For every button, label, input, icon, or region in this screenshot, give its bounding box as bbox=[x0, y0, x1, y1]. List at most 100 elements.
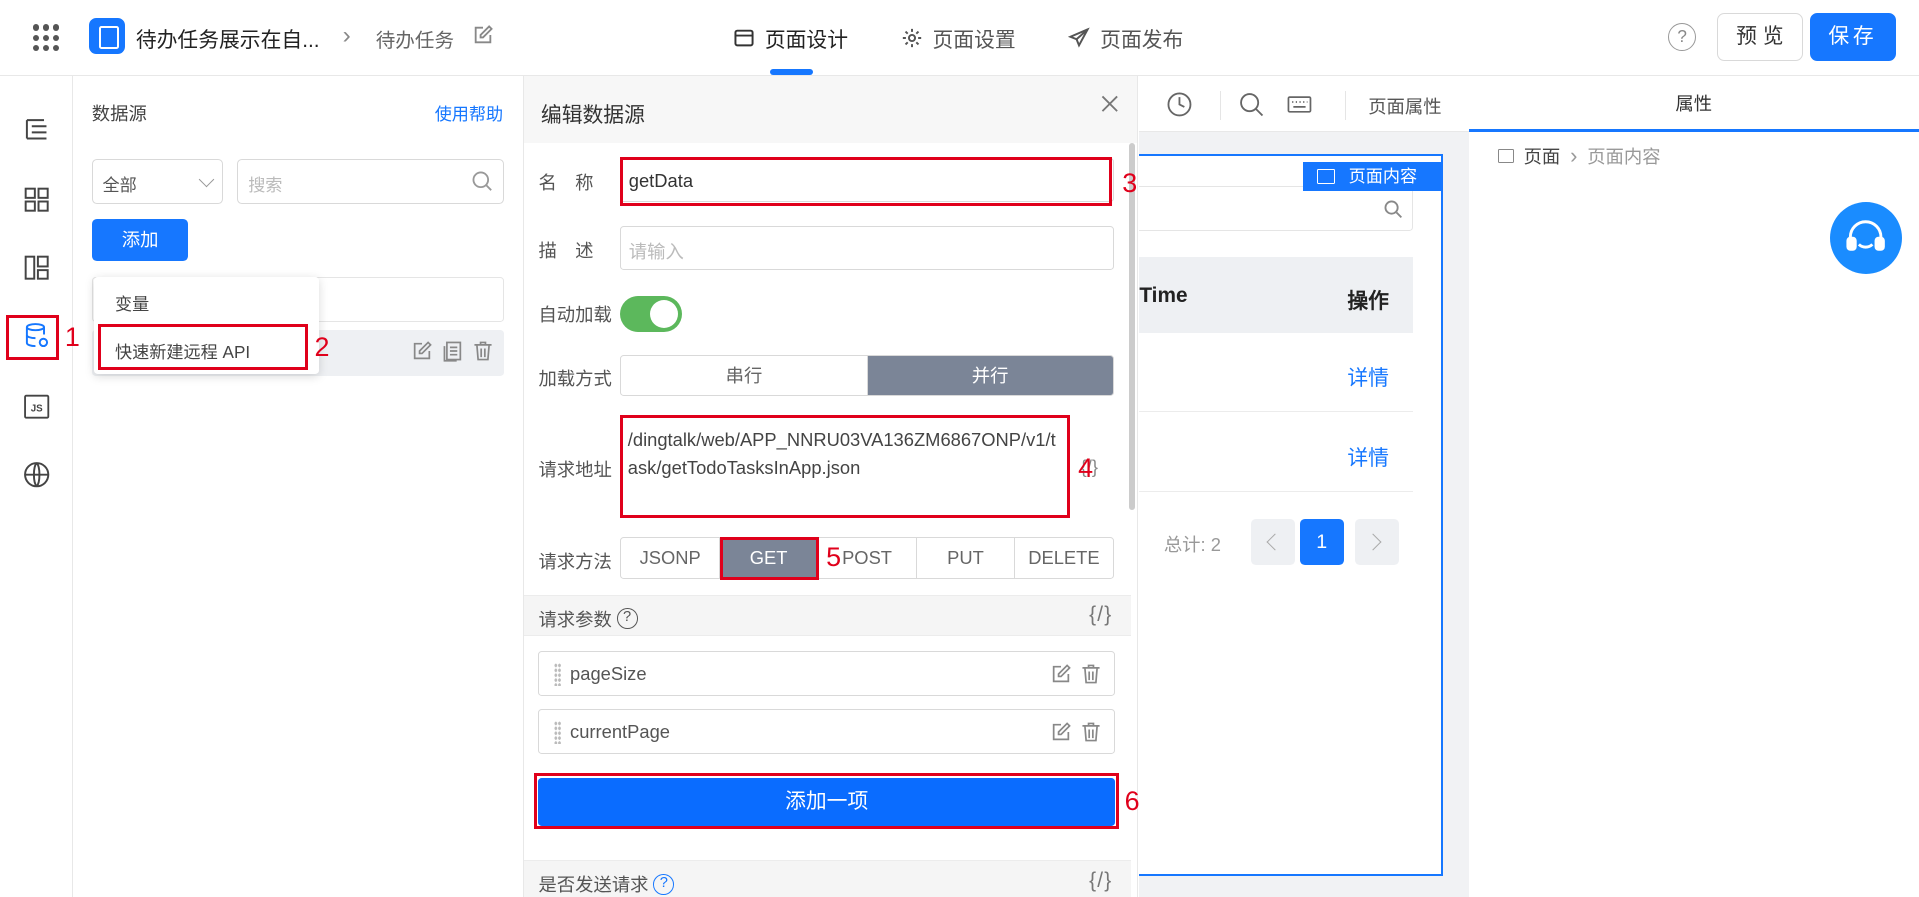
method-delete[interactable]: DELETE bbox=[1015, 538, 1112, 578]
trash-icon[interactable] bbox=[472, 340, 494, 362]
page-content-tag[interactable]: 页面内容 bbox=[1303, 161, 1442, 191]
add-dropdown-menu: 变量 快速新建远程 API bbox=[94, 276, 320, 375]
detail-link[interactable]: 详情 bbox=[1347, 361, 1389, 391]
method-segmented: JSONP GET POST PUT DELETE bbox=[620, 537, 1114, 579]
column-header-actions: 操作 bbox=[1347, 289, 1389, 313]
menu-item-remote-api[interactable]: 快速新建远程 API bbox=[115, 338, 250, 363]
datasource-panel: 数据源 使用帮助 全部 搜索 添加 bbox=[73, 75, 524, 897]
globe-icon[interactable] bbox=[22, 460, 51, 489]
load-mode-serial[interactable]: 串行 bbox=[621, 355, 868, 396]
help-icon[interactable]: ? bbox=[1668, 23, 1697, 52]
params-label: 请求参数 bbox=[538, 608, 612, 630]
layout-template-icon[interactable] bbox=[22, 253, 51, 282]
page-icon bbox=[1497, 149, 1514, 163]
js-icon[interactable]: JS bbox=[22, 392, 51, 421]
method-get[interactable]: GET bbox=[719, 538, 819, 578]
row-actions bbox=[411, 340, 494, 362]
add-item-button[interactable]: 添加一项 bbox=[538, 778, 1115, 827]
table-search-input[interactable] bbox=[1139, 186, 1414, 232]
add-datasource-button[interactable]: 添加 bbox=[91, 219, 189, 261]
send-request-variable-icon[interactable]: {/} bbox=[1089, 869, 1112, 893]
tab-page-design[interactable]: 页面设计 bbox=[733, 23, 848, 53]
edit-datasource-panel: 编辑数据源 名 称 getData 描 述 请输入 自动加载 加载方式 串行 并… bbox=[523, 75, 1139, 897]
tab-label: 页面设计 bbox=[764, 29, 849, 53]
properties-panel: 属性 页面 › 页面内容 bbox=[1468, 75, 1919, 897]
annotation-number: 1 bbox=[64, 321, 80, 352]
trash-icon[interactable] bbox=[1080, 721, 1102, 743]
help-icon[interactable]: ? bbox=[616, 608, 638, 629]
param-actions bbox=[1050, 663, 1101, 685]
history-icon[interactable] bbox=[1166, 91, 1193, 118]
apps-grid-icon[interactable] bbox=[33, 24, 60, 51]
panel-header: 编辑数据源 bbox=[523, 75, 1138, 144]
customer-service-button[interactable] bbox=[1829, 201, 1902, 275]
method-put[interactable]: PUT bbox=[917, 538, 1016, 578]
annotation-number: 5 bbox=[826, 542, 842, 573]
pagination-prev-button[interactable] bbox=[1250, 518, 1295, 566]
request-url-input[interactable]: /dingtalk/web/APP_NNRU03VA136ZM6867ONP/v… bbox=[620, 419, 1064, 519]
description-label: 描 述 bbox=[538, 240, 594, 262]
breadcrumb-page[interactable]: 页面 bbox=[1524, 143, 1561, 169]
chevron-right-icon: › bbox=[342, 22, 351, 50]
search-icon[interactable] bbox=[1238, 91, 1265, 118]
method-label: 请求方法 bbox=[538, 551, 612, 573]
breadcrumb-page-content: 页面内容 bbox=[1587, 146, 1661, 168]
edit-icon[interactable] bbox=[1050, 721, 1072, 743]
method-jsonp[interactable]: JSONP bbox=[621, 538, 720, 578]
drag-handle-icon[interactable] bbox=[554, 720, 562, 744]
save-button[interactable]: 保存 bbox=[1810, 13, 1896, 62]
send-request-label: 是否发送请求 bbox=[538, 874, 649, 896]
edit-icon[interactable] bbox=[411, 340, 433, 362]
help-icon[interactable]: ? bbox=[653, 873, 675, 895]
divider bbox=[1344, 90, 1347, 120]
type-filter-select[interactable]: 全部 bbox=[91, 159, 223, 205]
datasource-title: 数据源 bbox=[91, 103, 147, 125]
layout-icon bbox=[734, 29, 754, 47]
annotation-number: 4 bbox=[1078, 452, 1094, 483]
app-title[interactable]: 待办任务展示在自... bbox=[136, 23, 320, 53]
canvas-toolbar: 页面属性 bbox=[1139, 75, 1469, 133]
detail-link[interactable]: 详情 bbox=[1347, 441, 1389, 471]
trash-icon[interactable] bbox=[1080, 663, 1102, 685]
load-mode-segmented: 串行 并行 bbox=[620, 354, 1114, 397]
annotation-number: 3 bbox=[1122, 167, 1138, 198]
pagination-next-button[interactable] bbox=[1354, 518, 1399, 566]
preview-button[interactable]: 预 览 bbox=[1716, 13, 1803, 62]
params-variable-icon[interactable]: {/} bbox=[1089, 603, 1112, 627]
copy-icon[interactable] bbox=[442, 340, 464, 362]
active-tab-indicator bbox=[769, 68, 813, 75]
components-grid-icon[interactable] bbox=[22, 185, 51, 214]
page-properties-tab[interactable]: 页面属性 bbox=[1368, 93, 1441, 119]
load-mode-parallel[interactable]: 并行 bbox=[867, 355, 1113, 396]
edit-icon[interactable] bbox=[1050, 663, 1072, 685]
tab-label: 页面发布 bbox=[1100, 29, 1184, 53]
datasource-icon[interactable] bbox=[22, 321, 51, 350]
search-icon bbox=[1384, 200, 1403, 219]
headset-icon bbox=[1846, 220, 1885, 252]
name-input[interactable]: getData bbox=[620, 157, 1114, 202]
edit-icon[interactable] bbox=[472, 24, 494, 46]
js-icon-text: JS bbox=[31, 403, 43, 414]
outline-tree-icon[interactable] bbox=[22, 114, 51, 143]
gear-icon bbox=[902, 29, 921, 48]
param-row[interactable]: currentPage bbox=[538, 708, 1115, 754]
panel-title: 编辑数据源 bbox=[540, 103, 645, 127]
name-label: 名 称 bbox=[538, 171, 594, 193]
datasource-search-input[interactable]: 搜索 bbox=[237, 159, 505, 205]
description-input[interactable]: 请输入 bbox=[620, 226, 1114, 271]
param-row[interactable]: pageSize bbox=[538, 651, 1115, 697]
autoload-toggle[interactable] bbox=[620, 296, 682, 332]
column-header-time: Time bbox=[1139, 283, 1188, 307]
close-icon[interactable] bbox=[1100, 94, 1120, 114]
tab-page-publish[interactable]: 页面发布 bbox=[1068, 23, 1183, 53]
send-request-title: 是否发送请求 ? bbox=[538, 871, 675, 897]
keyboard-icon[interactable] bbox=[1286, 91, 1313, 118]
properties-tab[interactable]: 属性 bbox=[1468, 76, 1919, 133]
drag-handle-icon[interactable] bbox=[554, 663, 562, 687]
tab-page-settings[interactable]: 页面设置 bbox=[901, 23, 1016, 53]
app-logo bbox=[89, 18, 125, 54]
pagination-current-page[interactable]: 1 bbox=[1299, 518, 1344, 566]
menu-item-variable[interactable]: 变量 bbox=[115, 290, 149, 315]
help-link[interactable]: 使用帮助 bbox=[435, 100, 504, 125]
annotation-number: 6 bbox=[1124, 785, 1140, 816]
